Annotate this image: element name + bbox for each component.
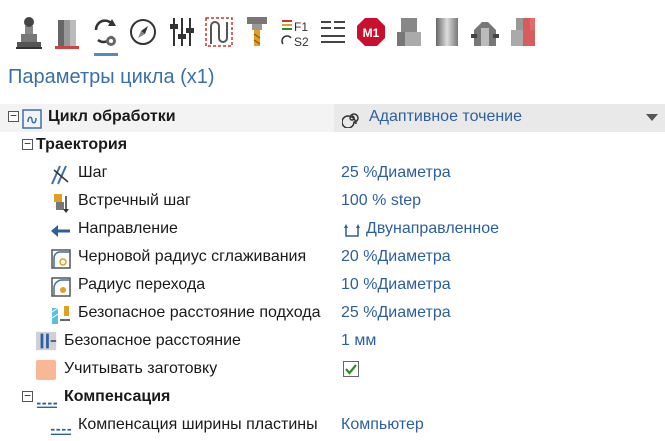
row-transition-radius[interactable]: Радиус перехода 10 %Диаметра xyxy=(0,272,665,300)
safe-distance-value[interactable]: 1 мм xyxy=(341,332,376,350)
transition-radius-icon xyxy=(51,277,71,297)
toolpath-pattern-button[interactable] xyxy=(202,14,236,54)
tool-button[interactable] xyxy=(240,14,274,54)
cycle-dropdown[interactable]: Адаптивное точение xyxy=(334,104,665,132)
row-direction[interactable]: Направление Двунаправленное xyxy=(0,216,665,244)
collapse-toggle-icon[interactable]: − xyxy=(22,390,33,402)
compass-button[interactable] xyxy=(126,14,160,54)
row-step[interactable]: Шаг 25 %Диаметра xyxy=(0,160,665,188)
cylinder-button[interactable] xyxy=(430,14,464,54)
width-compensation-icon xyxy=(50,428,72,436)
width-compensation-label: Компенсация ширины пластины xyxy=(78,416,318,433)
safe-approach-value[interactable]: 25 %Диаметра xyxy=(341,304,451,322)
stock-icon xyxy=(55,20,79,49)
compensation-icon xyxy=(36,402,58,408)
adaptive-cycle-icon xyxy=(22,109,42,129)
section-button[interactable] xyxy=(506,14,540,54)
rough-radius-value[interactable]: 20 %Диаметра xyxy=(341,248,451,266)
row-compensation: − Компенсация xyxy=(0,384,665,412)
toolbar: F1 S2 M1 xyxy=(0,0,665,62)
feed-label: F1 xyxy=(294,20,308,34)
row-safe-distance[interactable]: Безопасное расстояние 1 мм xyxy=(0,328,665,356)
stock-button[interactable] xyxy=(50,14,84,54)
counter-step-value[interactable]: 100 % step xyxy=(341,192,421,210)
cycle-value: Адаптивное точение xyxy=(369,108,523,125)
cycle-parameters-button[interactable] xyxy=(88,14,122,56)
row-consider-stock[interactable]: Учитывать заготовку xyxy=(0,356,665,384)
machine-setup-icon xyxy=(16,17,42,49)
arrow-left-icon xyxy=(51,225,70,237)
machine-setup-button[interactable] xyxy=(12,14,46,54)
row-counter-step[interactable]: Встречный шаг 100 % step xyxy=(0,188,665,216)
row-trajectory: − Траектория xyxy=(0,132,665,160)
safe-distance-label: Безопасное расстояние xyxy=(64,332,241,349)
stock-swatch-icon xyxy=(36,360,56,380)
feeds-speeds-button[interactable]: F1 S2 xyxy=(278,14,312,54)
cycle-parameters-icon xyxy=(94,19,116,46)
counter-step-label: Встречный шаг xyxy=(78,192,191,209)
compass-icon xyxy=(130,19,156,45)
step-icon xyxy=(51,165,69,185)
transition-radius-value[interactable]: 10 %Диаметра xyxy=(341,276,451,294)
fixture-icon xyxy=(471,22,499,46)
tool-icon xyxy=(247,17,267,46)
step-value[interactable]: 25 %Диаметра xyxy=(341,164,451,182)
checkmark-icon xyxy=(345,364,357,375)
part-view-icon xyxy=(397,18,421,46)
feeds-speeds-icon: F1 S2 xyxy=(281,20,309,49)
row-cycle: − Цикл обработки Адаптивное точение xyxy=(0,104,665,132)
compensation-label: Компенсация xyxy=(64,388,171,405)
speed-label: S2 xyxy=(294,35,309,49)
toolpath-pattern-icon xyxy=(205,17,233,47)
section-icon xyxy=(511,18,535,46)
m1-stop-icon: M1 xyxy=(357,18,385,46)
safe-approach-icon xyxy=(51,306,70,324)
collapse-toggle-icon[interactable]: − xyxy=(22,138,33,150)
part-view-button[interactable] xyxy=(392,14,426,54)
counter-step-icon xyxy=(54,194,69,213)
step-label: Шаг xyxy=(78,164,108,181)
list-icon xyxy=(321,21,345,43)
consider-stock-checkbox[interactable] xyxy=(343,361,359,377)
cycle-label: Цикл обработки xyxy=(48,108,176,125)
list-button[interactable] xyxy=(316,14,350,54)
fixture-button[interactable] xyxy=(468,14,502,54)
panel-title: Параметры цикла (x1) xyxy=(8,66,215,88)
consider-stock-label: Учитывать заготовку xyxy=(64,360,218,377)
spiral-icon xyxy=(342,113,359,128)
row-rough-radius[interactable]: Черновой радиус сглаживания 20 %Диаметра xyxy=(0,244,665,272)
safe-approach-label: Безопасное расстояние подхода xyxy=(78,304,321,321)
m1-label: M1 xyxy=(363,26,380,40)
cylinder-icon xyxy=(436,18,458,46)
row-width-compensation[interactable]: Компенсация ширины пластины Компьютер xyxy=(0,412,665,440)
rough-radius-icon xyxy=(51,249,71,269)
width-compensation-value[interactable]: Компьютер xyxy=(341,416,424,434)
row-safe-approach[interactable]: Безопасное расстояние подхода 25 %Диамет… xyxy=(0,300,665,328)
tuning-sliders-icon xyxy=(170,18,194,46)
transition-radius-label: Радиус перехода xyxy=(78,276,206,293)
direction-value[interactable]: Двунаправленное xyxy=(366,220,499,238)
collapse-toggle-icon[interactable]: − xyxy=(8,110,19,122)
bidirectional-icon xyxy=(344,224,360,237)
chevron-down-icon[interactable] xyxy=(646,114,658,121)
m1-stop-button[interactable]: M1 xyxy=(354,14,388,54)
safe-distance-icon xyxy=(36,331,57,351)
rough-radius-label: Черновой радиус сглаживания xyxy=(78,248,307,265)
tuning-sliders-button[interactable] xyxy=(164,14,198,54)
direction-label: Направление xyxy=(78,220,178,237)
trajectory-label: Траектория xyxy=(36,136,128,153)
